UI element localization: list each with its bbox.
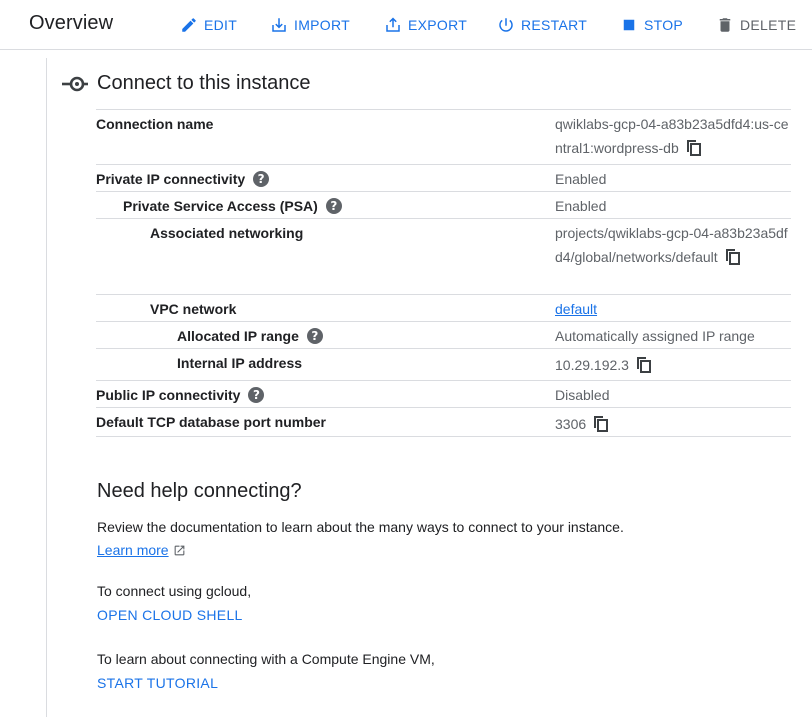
internal-ip-text: 10.29.192.3 [555,357,629,373]
row-psa: Private Service Access (PSA)? Enabled [96,191,791,218]
power-icon [499,18,513,32]
public-ip-key: Public IP connectivity? [96,387,265,403]
vpc-network-link[interactable]: default [555,301,597,317]
gcloud-text: To connect using gcloud, [97,583,252,599]
vpc-network-value: default [555,297,789,321]
associated-networking-label: Associated networking [150,225,304,241]
connect-icon [62,76,88,92]
import-label: IMPORT [294,17,350,33]
learn-more-label: Learn more [97,542,169,558]
tcp-port-label: Default TCP database port number [96,414,327,430]
private-ip-key: Private IP connectivity? [96,171,270,187]
copy-icon[interactable] [636,357,651,374]
tcp-port-text: 3306 [555,416,587,432]
help-icon[interactable]: ? [306,328,323,344]
psa-value: Enabled [555,198,607,214]
vpc-network-label: VPC network [150,301,237,317]
internal-ip-value: 10.29.192.3 [555,353,789,377]
row-public-ip: Public IP connectivity? Disabled [96,380,791,407]
private-ip-value: Enabled [555,171,607,187]
import-button[interactable]: IMPORT [270,14,350,36]
row-vpc-network: VPC network default [96,294,791,321]
help-icon[interactable]: ? [253,171,270,187]
doc-text: Review the documentation to learn about … [97,519,624,535]
allocated-ip-range-key: Allocated IP range? [177,328,323,344]
help-icon[interactable]: ? [248,387,265,403]
vm-text: To learn about connecting with a Compute… [97,651,435,667]
edit-button[interactable]: EDIT [180,14,237,36]
edit-label: EDIT [204,17,238,33]
allocated-ip-range-value: Automatically assigned IP range [555,328,755,344]
start-tutorial-button[interactable]: START TUTORIAL [97,675,218,691]
restart-label: RESTART [521,17,588,33]
external-link-icon [174,545,184,555]
connect-section-title: Connect to this instance [97,72,311,94]
restart-button[interactable]: RESTART [497,14,587,36]
row-associated-networking: Associated networking projects/qwiklabs-… [96,218,791,294]
tcp-port-value: 3306 [555,412,789,436]
row-tcp-port: Default TCP database port number 3306 [96,407,791,437]
trash-icon [719,18,731,32]
page-header: Overview EDIT IMPORT EXPORT RESTART STOP… [0,0,812,50]
connection-name-label: Connection name [96,116,214,132]
row-internal-ip: Internal IP address 10.29.192.3 [96,348,791,380]
internal-ip-label: Internal IP address [177,355,303,371]
connection-name-text: qwiklabs-gcp-04-a83b23a5dfd4:us-central1… [555,116,789,156]
export-icon [386,17,400,32]
learn-more-link[interactable]: Learn more [97,542,186,558]
connection-details-table: Connection name qwiklabs-gcp-04-a83b23a5… [96,109,791,437]
psa-label: Private Service Access (PSA) [123,198,318,214]
private-ip-label: Private IP connectivity [96,171,246,187]
help-section-title: Need help connecting? [97,480,302,502]
copy-icon[interactable] [686,140,701,157]
stop-button[interactable]: STOP [620,14,683,36]
open-cloud-shell-button[interactable]: OPEN CLOUD SHELL [97,607,243,623]
pencil-icon [182,18,196,32]
associated-networking-text: projects/qwiklabs-gcp-04-a83b23a5dfd4/gl… [555,225,788,265]
connection-name-value: qwiklabs-gcp-04-a83b23a5dfd4:us-central1… [555,112,789,160]
row-private-ip: Private IP connectivity? Enabled [96,164,791,191]
associated-networking-value: projects/qwiklabs-gcp-04-a83b23a5dfd4/gl… [555,221,789,269]
row-connection-name: Connection name qwiklabs-gcp-04-a83b23a5… [96,109,791,164]
export-button[interactable]: EXPORT [384,14,467,36]
stop-label: STOP [644,17,684,33]
public-ip-value: Disabled [555,387,610,403]
delete-button[interactable]: DELETE [716,14,796,36]
export-label: EXPORT [408,17,468,33]
stop-icon [623,19,635,31]
copy-icon[interactable] [725,249,740,266]
public-ip-label: Public IP connectivity [96,387,241,403]
page-title: Overview [29,12,114,34]
row-allocated-ip-range: Allocated IP range? Automatically assign… [96,321,791,348]
allocated-ip-range-label: Allocated IP range [177,328,299,344]
delete-label: DELETE [740,17,797,33]
help-icon[interactable]: ? [325,198,342,214]
psa-key: Private Service Access (PSA)? [123,198,342,214]
import-icon [272,18,286,32]
copy-icon[interactable] [594,416,609,433]
